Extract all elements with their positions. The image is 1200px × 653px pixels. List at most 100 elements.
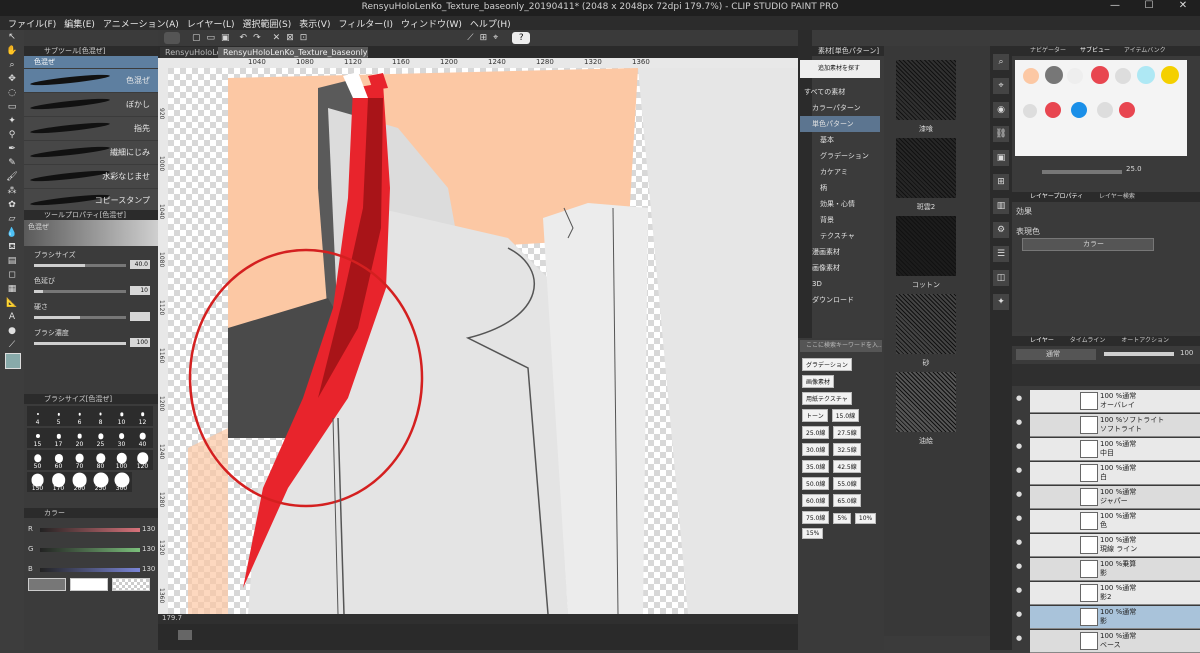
brush-item[interactable]: 色混ぜ xyxy=(24,69,158,92)
help-icon[interactable]: ? xyxy=(512,32,531,44)
material-tree-item[interactable]: 3D xyxy=(800,276,880,292)
material-tag[interactable]: 27.5線 xyxy=(833,426,861,439)
property-value[interactable]: 10 xyxy=(130,286,150,295)
material-tree-item[interactable]: 漫画素材 xyxy=(800,244,880,260)
menu-filter[interactable]: フィルター(I) xyxy=(338,17,393,30)
transform-icon[interactable]: ⊠ xyxy=(286,33,294,43)
property-slider[interactable] xyxy=(34,316,126,319)
pen-icon[interactable]: ✒ xyxy=(5,143,19,156)
eye-icon[interactable]: ● xyxy=(1016,634,1022,642)
chart-icon[interactable]: ▥ xyxy=(993,198,1009,214)
brush-item[interactable]: コピースタンプ xyxy=(24,189,158,212)
material-tree-item[interactable]: 単色パターン xyxy=(800,116,880,132)
layer-row[interactable]: ● 100 %通常 オーバレイ xyxy=(1016,390,1200,413)
color-swatch[interactable] xyxy=(1071,102,1087,118)
deselect-icon[interactable]: ⊡ xyxy=(300,33,308,43)
rect-select-icon[interactable]: ▭ xyxy=(5,101,19,114)
material-tag[interactable]: 55.0線 xyxy=(833,477,861,490)
redo-icon[interactable]: ↷ xyxy=(253,33,261,43)
tab-layer-property[interactable]: レイヤープロパティ xyxy=(1030,193,1083,200)
material-tree-item[interactable]: カケアミ xyxy=(800,164,880,180)
menu-animation[interactable]: アニメーション(A) xyxy=(103,17,179,30)
brush-size-cell[interactable]: 50 xyxy=(27,450,48,470)
eye-icon[interactable]: ● xyxy=(1016,466,1022,474)
selection-icon[interactable]: ↖ xyxy=(5,31,19,44)
search-icon[interactable]: ⌕ xyxy=(993,54,1009,70)
color-swatch[interactable] xyxy=(1067,68,1083,84)
brush-size-cell[interactable]: 6 xyxy=(69,406,90,426)
material-thumbnail[interactable] xyxy=(896,60,956,120)
property-slider[interactable] xyxy=(34,264,126,267)
tab-subview[interactable]: サブビュー xyxy=(1080,47,1110,54)
fill-icon[interactable]: ⛾ xyxy=(5,241,19,254)
navigator-toggle-icon[interactable] xyxy=(178,630,192,640)
brush-size-cell[interactable]: 120 xyxy=(132,450,153,470)
brush-size-cell[interactable]: 150 xyxy=(27,472,48,492)
material-tag[interactable]: トーン xyxy=(802,409,828,422)
gradient-icon[interactable]: ▤ xyxy=(5,255,19,268)
material-tree-item[interactable]: グラデーション xyxy=(800,148,880,164)
layer-row[interactable]: ● 100 %乗算影 xyxy=(1016,558,1200,581)
maximize-button[interactable]: ☐ xyxy=(1132,0,1166,16)
brush-item[interactable]: 指先 xyxy=(24,117,158,140)
color-swatch[interactable] xyxy=(1023,68,1039,84)
tab-timeline[interactable]: タイムライン xyxy=(1070,337,1106,344)
color-swatch[interactable] xyxy=(1045,102,1061,118)
property-value[interactable] xyxy=(130,312,150,321)
airbrush-icon[interactable]: ⁂ xyxy=(5,185,19,198)
minimize-button[interactable]: — xyxy=(1098,0,1132,16)
menu-view[interactable]: 表示(V) xyxy=(299,17,330,30)
blend-mode-select[interactable]: 通常 xyxy=(1016,349,1096,360)
brush-size-cell[interactable]: 5 xyxy=(48,406,69,426)
sub-color-swatch[interactable] xyxy=(70,578,108,591)
material-thumbnail[interactable] xyxy=(896,138,956,198)
eye-icon[interactable]: ● xyxy=(1016,586,1022,594)
material-tag[interactable]: 25.0線 xyxy=(802,426,830,439)
eye-icon[interactable]: ● xyxy=(1016,418,1022,426)
brush-icon[interactable]: 🖌 xyxy=(5,171,19,184)
color-swatch[interactable] xyxy=(1097,102,1113,118)
main-color-icon[interactable] xyxy=(5,353,21,369)
tab-navigator[interactable]: ナビゲーター xyxy=(1030,47,1066,54)
brush-size-cell[interactable]: 20 xyxy=(69,428,90,448)
menu-help[interactable]: ヘルプ(H) xyxy=(470,17,511,30)
layer-row[interactable]: ● 100 %通常影 xyxy=(1016,606,1200,629)
brush-size-cell[interactable]: 170 xyxy=(48,472,69,492)
material-tree-item[interactable]: 効果・心情 xyxy=(800,196,880,212)
material-tag[interactable]: 32.5線 xyxy=(833,443,861,456)
eye-icon[interactable]: ● xyxy=(1016,394,1022,402)
layer-row[interactable]: ● 100 %通常白 xyxy=(1016,462,1200,485)
color-swatch[interactable] xyxy=(1137,66,1155,84)
brush-size-cell[interactable]: 100 xyxy=(111,450,132,470)
brush-size-cell[interactable]: 25 xyxy=(90,428,111,448)
layer-row[interactable]: ● 100 %ソフトライト ソフトライト xyxy=(1016,414,1200,437)
opacity-slider[interactable] xyxy=(1104,352,1174,356)
material-tag[interactable]: 画像素材 xyxy=(802,375,835,388)
brush-size-cell[interactable]: 70 xyxy=(69,450,90,470)
color-swatch[interactable] xyxy=(1023,104,1037,118)
color-swatch[interactable] xyxy=(1045,66,1063,84)
eye-icon[interactable]: ● xyxy=(1016,514,1022,522)
brush-size-cell[interactable]: 40 xyxy=(132,428,153,448)
new-icon[interactable]: ▢ xyxy=(192,33,201,43)
snap-ruler-icon[interactable]: ⟋ xyxy=(467,33,473,43)
property-value[interactable]: 40.0 xyxy=(130,260,150,269)
brush-size-cell[interactable]: 300 xyxy=(111,472,132,492)
eye-icon[interactable]: ● xyxy=(1016,562,1022,570)
move-icon[interactable]: ✥ xyxy=(5,73,19,86)
material-tree-item[interactable]: カラーパターン xyxy=(800,100,880,116)
text-icon[interactable]: A xyxy=(5,311,19,324)
material-thumbnail[interactable] xyxy=(896,294,956,354)
snap-special-icon[interactable]: ⌖ xyxy=(493,33,498,43)
hand-icon[interactable]: ✋ xyxy=(5,45,19,58)
camera-icon[interactable]: ◉ xyxy=(993,102,1009,118)
material-thumbnail[interactable] xyxy=(896,372,956,432)
material-tag[interactable]: 15% xyxy=(802,528,824,539)
brush-size-cell[interactable]: 15 xyxy=(27,428,48,448)
panel-icon[interactable]: ▣ xyxy=(993,150,1009,166)
snap-grid-icon[interactable]: ⊞ xyxy=(480,33,488,43)
brush-size-cell[interactable]: 60 xyxy=(48,450,69,470)
brush-size-cell[interactable]: 17 xyxy=(48,428,69,448)
zoom-icon[interactable]: ⌕ xyxy=(5,59,19,72)
color-channel-slider[interactable] xyxy=(40,528,140,532)
